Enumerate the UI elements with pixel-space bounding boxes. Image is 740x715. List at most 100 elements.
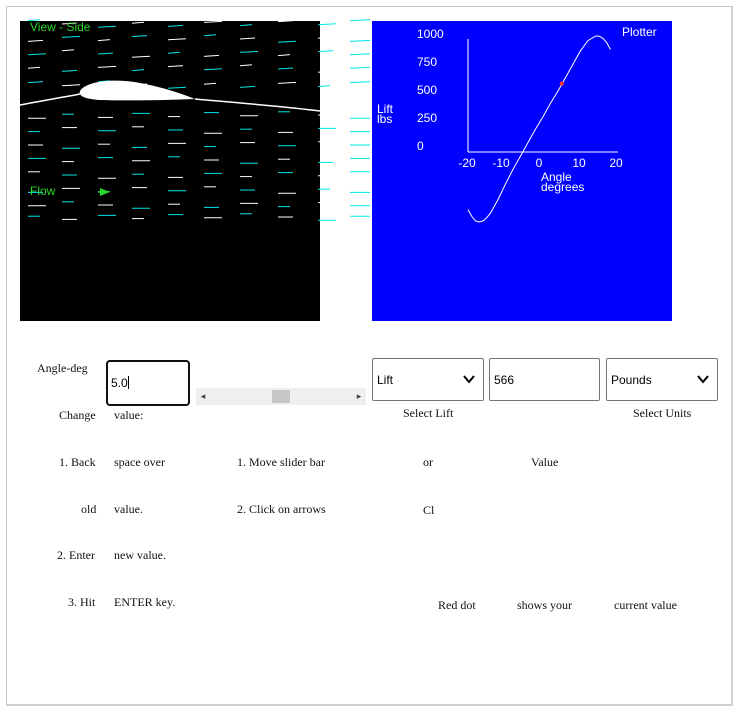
streamline-dash	[27, 53, 47, 56]
instr-value-colon: value:	[114, 408, 144, 422]
streamline-dash	[277, 81, 297, 84]
instr-step2-a: 2. Enter	[57, 548, 95, 562]
airfoil-shape	[79, 80, 195, 101]
instr-old: old	[81, 502, 97, 516]
instr-slider1: 1. Move slider bar	[237, 455, 325, 469]
streamline-dash	[203, 54, 220, 57]
side-view-panel: View - Side Flow	[19, 19, 371, 321]
streamlines	[27, 19, 371, 221]
streamline-dash	[317, 85, 331, 88]
instr-step2-b: new value.	[114, 548, 166, 562]
instr-red-dot: Red dot	[438, 598, 476, 612]
y-tick-label: 0	[417, 139, 424, 153]
streamline-dash	[27, 66, 41, 69]
streamline-dash	[131, 69, 145, 72]
flow-label: Flow	[30, 184, 56, 198]
units-select[interactable]: Pounds	[606, 358, 718, 401]
plot-title: Plotter	[622, 25, 657, 39]
streamline-dash	[167, 65, 184, 68]
lift-select[interactable]: Lift	[372, 358, 484, 401]
instr-step3-b: ENTER key.	[114, 595, 176, 609]
side-view-title: View - Side	[30, 20, 91, 34]
streamline-dash	[27, 39, 44, 42]
y-tick-label: 500	[417, 83, 437, 97]
streamline-dash	[239, 37, 256, 40]
streamline-dash	[27, 81, 44, 84]
streamline-dash	[239, 64, 253, 67]
streamline-dash	[61, 69, 78, 72]
lift-value-text: 566	[494, 373, 515, 387]
text-caret	[127, 376, 129, 389]
y-tick-label: 1000	[417, 27, 444, 41]
streamline-dash	[277, 54, 291, 57]
angle-label: Angle-deg	[37, 361, 88, 375]
streamline-dash	[239, 50, 259, 53]
streamline-dash	[317, 70, 337, 73]
instr-or: or	[423, 455, 433, 469]
instr-value-dot: value.	[114, 502, 143, 516]
streamline-dash	[239, 24, 253, 27]
chevron-down-icon	[463, 375, 475, 384]
streamline-dash	[167, 24, 184, 27]
streamline-dash	[131, 55, 151, 58]
streamline-dash	[61, 49, 75, 52]
streamline-dash	[167, 86, 187, 89]
instr-value: Value	[531, 455, 559, 469]
y-tick-label: 250	[417, 111, 437, 125]
instr-step1-a: 1. Back	[59, 455, 96, 469]
current-value-dot	[559, 81, 564, 86]
slider-left-arrow-icon[interactable]: ◂	[196, 388, 210, 405]
angle-input-value: 5.0	[111, 376, 128, 390]
chevron-down-icon	[697, 375, 709, 384]
y-axis-label-line2: lbs	[377, 112, 392, 126]
streamline-dash	[239, 85, 256, 88]
flow-field-graphic	[19, 19, 371, 221]
lift-curve	[467, 35, 611, 223]
streamline-dash	[277, 67, 294, 70]
instr-shows-your: shows your	[517, 598, 573, 612]
streamline-dash	[203, 68, 223, 71]
angle-slider[interactable]: ◂ ▸	[196, 388, 366, 405]
streamline-dash	[317, 50, 334, 53]
instr-step3-a: 3. Hit	[68, 595, 96, 609]
angle-input[interactable]: 5.0	[106, 360, 190, 406]
streamline-dash	[317, 36, 331, 39]
lift-plot: Plotter Lift lbs Angle degrees 100075050…	[377, 25, 657, 223]
plot-tick-labels: 1000 750 500 250 0 -20 -10 0 10 20	[417, 27, 623, 170]
y-tick-label: 750	[417, 55, 437, 69]
x-axis-label-line2: degrees	[541, 180, 584, 194]
streamline-dash	[203, 34, 217, 37]
streamline-dash	[97, 65, 117, 68]
streamline-dash	[97, 39, 111, 42]
streamline-dash	[317, 23, 337, 26]
plotter-panel: Plotter Lift lbs Angle degrees 1000 750 50…	[372, 21, 672, 321]
instr-slider2: 2. Click on arrows	[237, 502, 326, 516]
units-select-value: Pounds	[611, 373, 652, 387]
streamline-dash	[131, 21, 145, 24]
streamline-dash	[167, 38, 187, 41]
x-tick-label: 10	[572, 156, 586, 170]
streamline-dash	[203, 82, 217, 85]
x-tick-label: 20	[609, 156, 623, 170]
streamline-dash	[131, 35, 148, 38]
streamline-dash	[97, 52, 114, 55]
x-tick-label: 0	[536, 156, 543, 170]
streamline-dash	[277, 20, 294, 23]
x-tick-label: -10	[492, 156, 510, 170]
lift-select-value: Lift	[377, 373, 394, 387]
instr-step1-b: space over	[114, 455, 165, 469]
instr-current-value: current value	[614, 598, 677, 612]
slider-right-arrow-icon[interactable]: ▸	[352, 388, 366, 405]
flow-arrow-icon	[100, 188, 110, 196]
instr-cl: Cl	[423, 503, 435, 517]
x-tick-label: -20	[458, 156, 476, 170]
streamline-dash	[277, 40, 297, 43]
instr-change: Change	[59, 408, 96, 422]
select-lift-label: Select Lift	[403, 406, 454, 420]
streamline-dash	[61, 35, 81, 38]
plot-axes	[467, 39, 618, 153]
streamline-dash	[203, 20, 223, 23]
slider-thumb[interactable]	[272, 390, 290, 403]
lift-value-field[interactable]: 566	[489, 358, 600, 401]
streamline-dash	[167, 51, 181, 54]
